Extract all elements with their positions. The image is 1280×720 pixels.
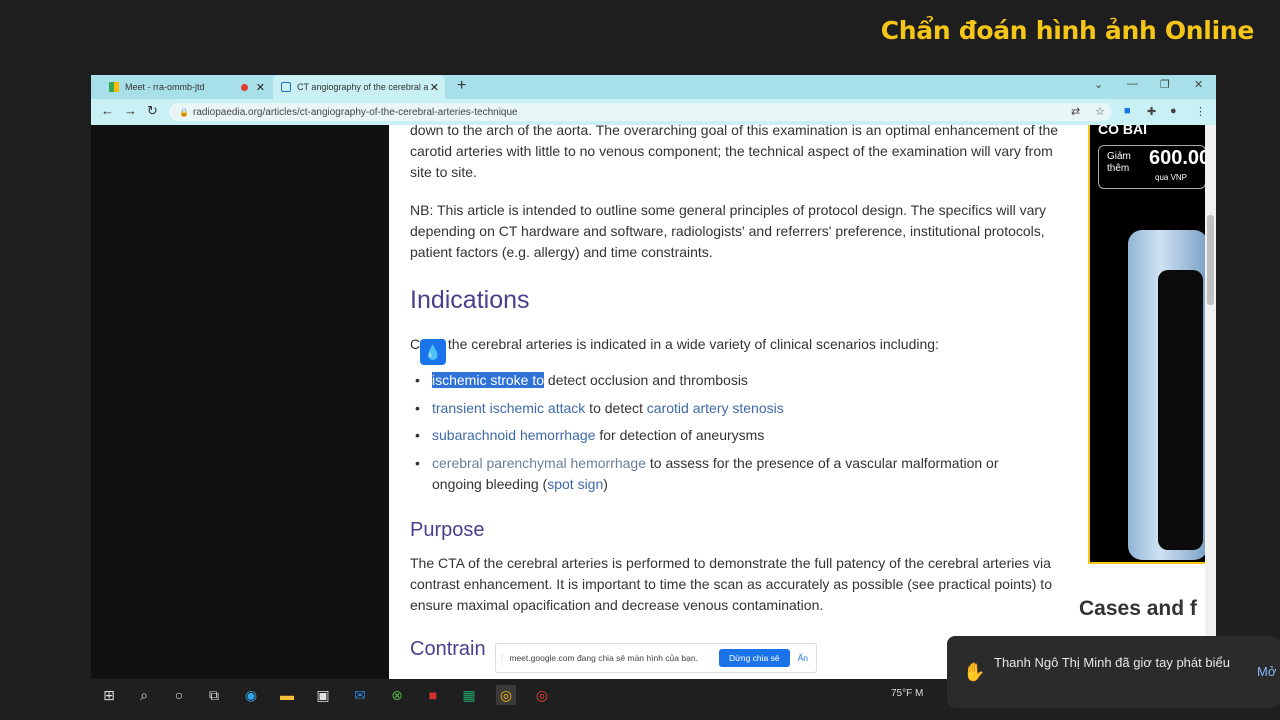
purpose-heading: Purpose bbox=[410, 519, 485, 541]
list-text: for detection of aneurysms bbox=[595, 427, 765, 443]
notification-toast[interactable]: ✋ Thanh Ngô Thị Minh đã giơ tay phát biể… bbox=[947, 636, 1280, 708]
article-note: NB: This article is intended to outline … bbox=[410, 202, 1047, 260]
recording-icon bbox=[240, 83, 248, 91]
xbox-icon[interactable]: ⊗ bbox=[387, 685, 407, 705]
address-bar[interactable]: 🔒 radiopaedia.org/articles/ct-angiograph… bbox=[169, 103, 1112, 121]
list-text: ) bbox=[603, 475, 608, 492]
back-icon[interactable]: ← bbox=[101, 103, 114, 118]
cortana-icon[interactable]: ○ bbox=[169, 685, 189, 705]
hide-button[interactable]: Ẩn bbox=[798, 653, 808, 663]
close-icon[interactable]: ✕ bbox=[430, 81, 439, 94]
chevron-down-icon[interactable]: ⌄ bbox=[1094, 78, 1103, 91]
contraindications-heading: Contrain bbox=[410, 638, 486, 660]
page-content: down to the arch of the aorta. The overa… bbox=[91, 122, 1216, 679]
ad-sub: qua VNP bbox=[1155, 173, 1188, 182]
article-paragraph: down to the arch of the aorta. The overa… bbox=[410, 122, 1059, 180]
watermark: Chẩn đoán hình ảnh Online bbox=[880, 16, 1255, 45]
indications-list: ischemic stroke to detect occlusion and … bbox=[410, 370, 1050, 501]
ad-headline: CO BAI bbox=[1098, 125, 1147, 137]
list-item: cerebral parenchymal hemorrhage to asses… bbox=[410, 453, 1050, 495]
app-icon[interactable]: ■ bbox=[423, 685, 443, 705]
search-icon[interactable]: ⌕ bbox=[134, 685, 154, 705]
water-drop-icon[interactable]: 💧 bbox=[420, 339, 446, 365]
indications-intro: Cf the cerebral arteries is indicated in… bbox=[410, 334, 939, 355]
purpose-paragraph: The CTA of the cerebral arteries is perf… bbox=[410, 555, 1052, 613]
extension-icon[interactable]: ■ bbox=[1124, 105, 1131, 117]
task-view-icon[interactable]: ⧉ bbox=[204, 685, 224, 705]
mail-icon[interactable]: ✉ bbox=[350, 685, 370, 705]
weather-readout[interactable]: 75°F M bbox=[891, 688, 923, 699]
window-close-icon[interactable]: ✕ bbox=[1194, 78, 1203, 91]
radiopaedia-icon bbox=[281, 82, 291, 92]
close-icon[interactable]: ✕ bbox=[256, 81, 265, 94]
new-tab-icon[interactable]: + bbox=[457, 77, 466, 95]
notification-message: Thanh Ngô Thị Minh đã giơ tay phát biểu bbox=[994, 655, 1230, 670]
chrome-icon[interactable]: ◎ bbox=[496, 685, 516, 705]
list-text: detect occlusion and thrombosis bbox=[544, 372, 748, 388]
reload-icon[interactable]: ↻ bbox=[147, 103, 158, 119]
puzzle-icon[interactable]: ✚ bbox=[1147, 105, 1156, 118]
scroll-thumb[interactable] bbox=[1207, 215, 1214, 305]
list-text: to detect bbox=[585, 399, 647, 416]
indications-heading: Indications bbox=[410, 286, 530, 314]
ad-value: 600.00 bbox=[1149, 147, 1209, 169]
intro-text: C bbox=[410, 336, 421, 352]
intro-text: f the cerebral arteries is indicated in … bbox=[440, 336, 939, 352]
minimize-icon[interactable]: — bbox=[1127, 78, 1138, 90]
list-item: transient ischemic attack to detect caro… bbox=[410, 398, 1050, 419]
open-button[interactable]: Mở bbox=[1257, 664, 1276, 679]
url-text: radiopaedia.org/articles/ct-angiography-… bbox=[193, 106, 518, 118]
chrome-icon-2[interactable]: ◎ bbox=[532, 685, 552, 705]
left-panel bbox=[91, 125, 389, 679]
link-subarachnoid-hemorrhage[interactable]: subarachnoid hemorrhage bbox=[432, 427, 595, 443]
ad-promo: Giảm thêm 600.00 qua VNP bbox=[1098, 145, 1209, 189]
meet-icon bbox=[109, 82, 119, 92]
taskbar: ⊞ ⌕ ○ ⧉ ◉ ▬ ▣ ✉ ⊗ ■ ▦ ◎ ◎ 75°F M bbox=[91, 679, 951, 711]
phone-image bbox=[1128, 230, 1207, 560]
tab-title: CT angiography of the cerebral a bbox=[297, 82, 429, 92]
raised-hand-icon: ✋ bbox=[963, 662, 986, 682]
forward-icon[interactable]: → bbox=[124, 103, 137, 118]
cases-heading: Cases and f bbox=[1079, 597, 1197, 620]
link-ischemic-stroke[interactable]: ischemic stroke to bbox=[432, 372, 545, 388]
translate-icon[interactable]: ⇄ bbox=[1071, 105, 1080, 118]
drag-handle-icon[interactable]: ⁞ bbox=[501, 653, 503, 663]
excel-icon[interactable]: ▦ bbox=[459, 685, 479, 705]
stop-sharing-button[interactable]: Dừng chia sẻ bbox=[719, 649, 790, 667]
tab-title: Meet - rra-ommb-jtd bbox=[125, 82, 205, 92]
link-transient-ischemic-attack[interactable]: transient ischemic attack bbox=[432, 400, 585, 416]
menu-icon[interactable]: ⋮ bbox=[1195, 105, 1206, 118]
windows-start-icon[interactable]: ⊞ bbox=[99, 685, 119, 705]
lock-icon: 🔒 bbox=[179, 108, 189, 117]
advertisement[interactable]: CO BAI Giảm thêm 600.00 qua VNP bbox=[1088, 125, 1209, 564]
edge-icon[interactable]: ◉ bbox=[241, 685, 261, 705]
scrollbar[interactable] bbox=[1205, 125, 1216, 679]
link-cerebral-parenchymal-hemorrhage[interactable]: cerebral parenchymal hemorrhage bbox=[432, 455, 646, 471]
share-text: meet.google.com đang chia sẻ màn hình củ… bbox=[509, 653, 698, 663]
list-item: ischemic stroke to detect occlusion and … bbox=[410, 370, 1050, 391]
store-icon[interactable]: ▣ bbox=[313, 685, 333, 705]
screen-share-bar: ⁞ meet.google.com đang chia sẻ màn hình … bbox=[495, 643, 817, 673]
tab-bar: Meet - rra-ommb-jtd ✕ CT angiography of … bbox=[91, 75, 1216, 99]
file-explorer-icon[interactable]: ▬ bbox=[277, 685, 297, 705]
ad-label: Giảm thêm bbox=[1107, 151, 1131, 174]
browser-window: Meet - rra-ommb-jtd ✕ CT angiography of … bbox=[91, 75, 1216, 679]
avatar[interactable]: ● bbox=[1170, 105, 1177, 117]
list-item: subarachnoid hemorrhage for detection of… bbox=[410, 425, 1050, 446]
star-icon[interactable]: ☆ bbox=[1095, 105, 1105, 118]
link-spot-sign[interactable]: spot sign bbox=[547, 476, 603, 492]
link-carotid-artery-stenosis[interactable]: carotid artery stenosis bbox=[647, 400, 784, 416]
tab-ct-angiography[interactable]: CT angiography of the cerebral a ✕ bbox=[273, 75, 445, 99]
tab-meet[interactable]: Meet - rra-ommb-jtd ✕ bbox=[101, 75, 271, 99]
maximize-icon[interactable]: ❐ bbox=[1160, 78, 1170, 91]
